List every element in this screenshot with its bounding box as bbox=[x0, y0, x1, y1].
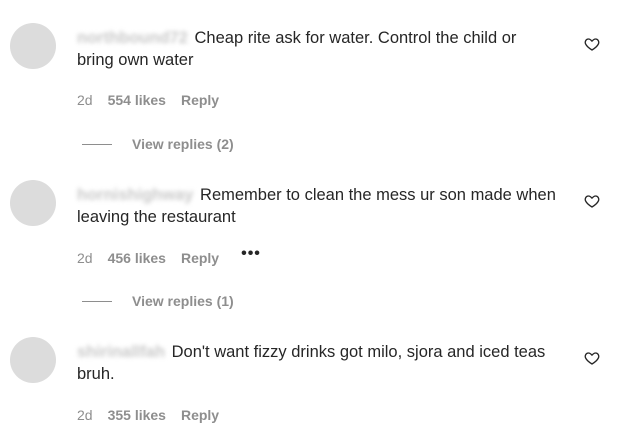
comment-time: 2d bbox=[77, 407, 93, 423]
comment-body: hornishighway Remember to clean the mess… bbox=[77, 184, 557, 228]
view-replies-divider bbox=[82, 143, 112, 145]
like-heart-icon[interactable] bbox=[584, 193, 602, 211]
comment-likes-link[interactable]: 554 likes bbox=[108, 92, 166, 108]
comment-likes-link[interactable]: 355 likes bbox=[108, 407, 166, 423]
comment-likes-link[interactable]: 456 likes bbox=[108, 250, 166, 266]
comment-body: northbound72 Cheap rite ask for water. C… bbox=[77, 27, 557, 71]
reply-button[interactable]: Reply bbox=[181, 250, 219, 266]
comment-time: 2d bbox=[77, 92, 93, 108]
comment-username[interactable]: hornishighway bbox=[77, 186, 193, 204]
comment-username[interactable]: shirinallfah bbox=[77, 343, 165, 361]
comment-time: 2d bbox=[77, 250, 93, 266]
view-replies-button[interactable]: View replies (2) bbox=[82, 136, 234, 152]
more-options-icon[interactable]: ••• bbox=[241, 245, 261, 263]
comment-meta: 2d 554 likes Reply bbox=[77, 92, 219, 108]
avatar[interactable] bbox=[10, 23, 56, 69]
view-replies-label: View replies (2) bbox=[132, 136, 234, 152]
comment-meta: 2d 355 likes Reply bbox=[77, 407, 219, 423]
comment-body: shirinallfah Don't want fizzy drinks got… bbox=[77, 341, 557, 385]
comment-username[interactable]: northbound72 bbox=[77, 29, 188, 47]
like-heart-icon[interactable] bbox=[584, 350, 602, 368]
avatar[interactable] bbox=[10, 180, 56, 226]
view-replies-divider bbox=[82, 300, 112, 302]
reply-button[interactable]: Reply bbox=[181, 407, 219, 423]
like-heart-icon[interactable] bbox=[584, 36, 602, 54]
view-replies-label: View replies (1) bbox=[132, 293, 234, 309]
view-replies-button[interactable]: View replies (1) bbox=[82, 293, 234, 309]
comment-meta: 2d 456 likes Reply ••• bbox=[77, 245, 261, 267]
reply-button[interactable]: Reply bbox=[181, 92, 219, 108]
avatar[interactable] bbox=[10, 337, 56, 383]
